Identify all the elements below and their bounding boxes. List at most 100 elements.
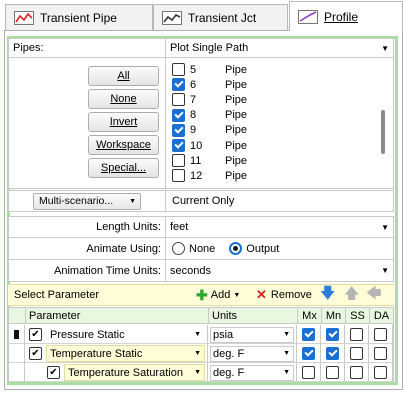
parameter-cell: Temperature Saturation ▼ [25, 363, 208, 382]
column-header-mx[interactable]: Mx [297, 308, 321, 324]
mn-cell [321, 325, 345, 344]
tab-transient-pipe[interactable]: Transient Pipe [5, 4, 153, 30]
pipe-checkbox[interactable] [172, 108, 185, 122]
parameter-select[interactable]: Temperature Saturation ▼ [64, 364, 205, 381]
parameter-table: ParameterUnitsMxMnSSDA Pressure Static▼ p… [8, 307, 394, 382]
chevron-down-icon: ▼ [381, 266, 389, 275]
pipe-checkbox[interactable] [172, 63, 185, 76]
length-units-label: Length Units: [9, 217, 166, 237]
pipes-label: Pipes: [9, 39, 166, 57]
junction-graph-icon [162, 10, 182, 25]
table-row[interactable]: Pressure Static ▼ psia ▼ [9, 325, 393, 344]
pipe-list-item[interactable]: 11 Pipe [172, 153, 247, 168]
pipe-list-item[interactable]: 6 Pipe [172, 77, 247, 92]
column-header-parameter[interactable]: Parameter [25, 308, 208, 324]
pipe-list-item[interactable]: 8 Pipe [172, 108, 247, 123]
units-cell: psia ▼ [208, 325, 297, 344]
pipe-number: 10 [190, 139, 203, 152]
move-up-arrow-icon[interactable]: 🡅 [344, 283, 359, 308]
workspace-button[interactable]: Workspace [88, 135, 159, 155]
pipes-mode-select[interactable]: Plot Single Path ▼ [166, 39, 393, 57]
pipe-number: 12 [190, 169, 203, 182]
ss-checkbox[interactable] [350, 366, 363, 379]
da-checkbox[interactable] [374, 347, 387, 360]
parameter-enable-checkbox[interactable] [29, 347, 42, 360]
animation-time-units-row: Animation Time Units: seconds ▼ [8, 260, 394, 282]
da-cell [369, 363, 393, 382]
da-checkbox[interactable] [374, 328, 387, 341]
animate-output-radio[interactable] [229, 242, 243, 255]
pipe-checkbox[interactable] [172, 139, 185, 152]
pipe-list-scrollbar[interactable] [378, 62, 390, 184]
table-row[interactable]: Temperature Saturation ▼ deg. F ▼ [9, 363, 393, 382]
pipe-checkbox[interactable] [172, 154, 185, 168]
multi-scenario-button[interactable]: Multi-scenario... ▼ [33, 192, 141, 210]
length-units-select[interactable]: feet ▼ [166, 217, 393, 237]
pipe-number: 6 [190, 78, 197, 91]
chevron-down-icon: ▼ [233, 291, 241, 299]
add-button[interactable]: ✚ Add ▼ [196, 287, 240, 304]
pipe-checkbox[interactable] [172, 78, 185, 92]
da-cell [369, 325, 393, 344]
chevron-down-icon: ▼ [381, 222, 389, 232]
column-header-da[interactable]: DA [369, 308, 393, 324]
pipe-type: Pipe [225, 78, 248, 91]
mx-checkbox[interactable] [302, 366, 315, 379]
none-button[interactable]: None [88, 89, 159, 109]
pipe-list-item[interactable]: 7 Pipe [172, 92, 247, 107]
pipes-row: Pipes: Plot Single Path ▼ [8, 38, 394, 58]
chevron-down-icon: ▼ [194, 331, 201, 338]
tab-profile[interactable]: Profile [289, 1, 403, 31]
column-header-units[interactable]: Units [208, 308, 297, 324]
length-units-row: Length Units: feet ▼ [8, 216, 394, 238]
animation-time-units-select[interactable]: seconds ▼ [166, 260, 393, 281]
units-select[interactable]: deg. F ▼ [210, 345, 294, 362]
parameter-enable-checkbox[interactable] [47, 366, 60, 379]
mx-checkbox[interactable] [302, 347, 315, 360]
move-left-arrow-icon[interactable]: 🡄 [366, 283, 382, 308]
units-select[interactable]: psia ▼ [210, 326, 294, 343]
parameter-select[interactable]: Pressure Static ▼ [46, 326, 205, 343]
units-select[interactable]: deg. F ▼ [210, 364, 294, 381]
parameter-select[interactable]: Temperature Static ▼ [46, 345, 205, 362]
pipe-list-item[interactable]: 5 Pipe [172, 62, 247, 77]
parameter-enable-checkbox[interactable] [29, 328, 42, 341]
units-cell: deg. F ▼ [208, 344, 297, 363]
table-row[interactable]: Temperature Static ▼ deg. F ▼ [9, 344, 393, 363]
pipe-list-item[interactable]: 12 Pipe [172, 168, 247, 183]
pipe-number: 8 [190, 109, 197, 122]
mn-checkbox[interactable] [326, 347, 339, 360]
ss-checkbox[interactable] [350, 347, 363, 360]
pipe-checkbox[interactable] [172, 123, 185, 137]
move-down-arrow-icon[interactable]: 🡇 [320, 283, 335, 308]
column-header-mn[interactable]: Mn [321, 308, 345, 324]
tab-transient-jct[interactable]: Transient Jct [153, 4, 288, 30]
ss-checkbox[interactable] [350, 328, 363, 341]
tab-label: Transient Pipe [40, 10, 117, 25]
animate-none-radio[interactable] [172, 242, 185, 255]
pipe-checkbox[interactable] [172, 169, 185, 183]
select-parameter-label: Select Parameter [14, 289, 99, 301]
pipe-type: Pipe [225, 109, 248, 122]
pipe-list-item[interactable]: 9 Pipe [172, 123, 247, 138]
scrollbar-thumb[interactable] [381, 110, 385, 154]
pipes-mode-value: Plot Single Path [170, 42, 249, 54]
special-button[interactable]: Special... [88, 158, 159, 178]
ss-cell [345, 344, 369, 363]
scenario-row: Multi-scenario... ▼ Current Only [8, 190, 394, 212]
invert-button[interactable]: Invert [88, 112, 159, 132]
mn-cell [321, 344, 345, 363]
mn-checkbox[interactable] [326, 366, 339, 379]
all-button[interactable]: All [88, 66, 159, 86]
column-header-ss[interactable]: SS [345, 308, 369, 324]
da-checkbox[interactable] [374, 366, 387, 379]
pipe-checkbox[interactable] [172, 93, 185, 107]
units-value: deg. F [213, 347, 245, 360]
mx-checkbox[interactable] [302, 328, 315, 341]
animation-time-units-label: Animation Time Units: [9, 260, 166, 281]
pipe-list-item[interactable]: 10 Pipe [172, 138, 247, 153]
remove-button[interactable]: ✕ Remove [256, 287, 312, 303]
plus-icon: ✚ [196, 286, 208, 303]
mn-checkbox[interactable] [326, 328, 339, 341]
animate-using-label: Animate Using: [9, 238, 166, 259]
